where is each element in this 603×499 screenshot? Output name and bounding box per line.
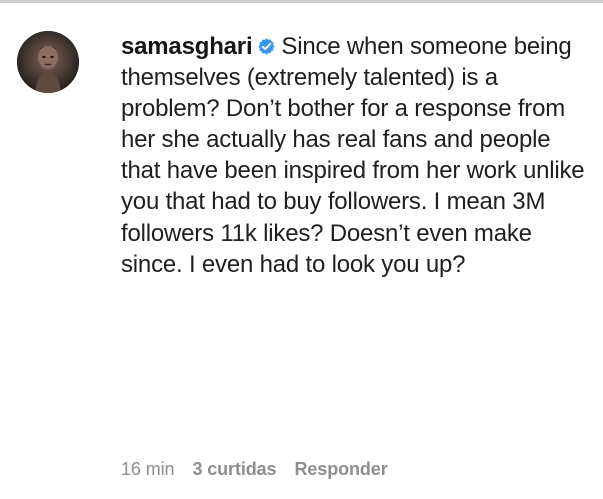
- username[interactable]: samasghari: [121, 33, 253, 60]
- comment-time: 16 min: [121, 458, 175, 479]
- avatar-image: [17, 31, 79, 93]
- verified-badge-icon: [257, 37, 276, 56]
- comment-body: samasghari Since when someone being thems…: [121, 31, 589, 280]
- comment-text: Since when someone being themselves (ext…: [121, 33, 585, 278]
- reply-button[interactable]: Responder: [294, 459, 387, 480]
- comment-meta: 16 min 3 curtidas Responder: [121, 457, 388, 481]
- profile-avatar[interactable]: [17, 31, 79, 93]
- comment-likes[interactable]: 3 curtidas: [192, 459, 276, 480]
- comment-item: samasghari Since when someone being thems…: [0, 0, 603, 499]
